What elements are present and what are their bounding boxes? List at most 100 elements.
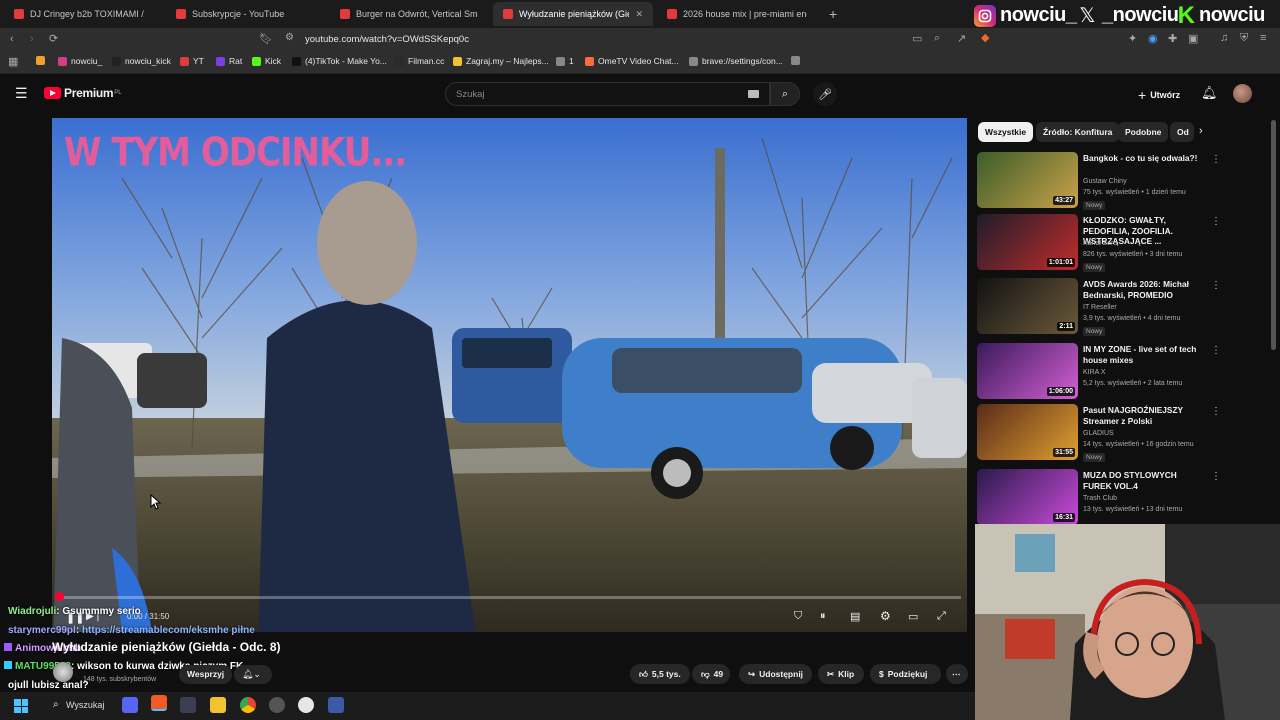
close-tab-icon[interactable]: ✕ (635, 9, 643, 20)
like-button[interactable]: 👍︎ 5,5 tys. (630, 664, 690, 684)
windows-start-icon[interactable] (14, 699, 28, 713)
video-thumbnail[interactable]: 1:01:01 (977, 214, 1078, 270)
more-options-icon[interactable]: ⋮ (1211, 154, 1221, 165)
search-input[interactable]: Szukaj (445, 82, 770, 106)
video-thumbnail[interactable]: 31:55 (977, 404, 1078, 460)
sidebar-icon[interactable]: ▣ (1188, 32, 1198, 45)
clip-button[interactable]: ✂ Klip (818, 664, 864, 684)
filter-chip[interactable]: Wszystkie (978, 122, 1034, 142)
app-icon-2[interactable] (298, 697, 314, 713)
channel-name[interactable]: KIRA X (1083, 369, 1106, 376)
bookmark-item[interactable]: Kick (252, 56, 281, 66)
taskbar-search-icon[interactable]: ⌕ (53, 699, 59, 710)
recommended-video[interactable]: 1:06:00 IN MY ZONE - live set of tech hou… (977, 343, 1221, 403)
bookmark-item[interactable] (36, 56, 49, 65)
discord-icon[interactable] (122, 697, 138, 713)
file-explorer-icon[interactable] (210, 697, 226, 713)
bookmark-item[interactable] (791, 56, 804, 65)
video-title[interactable]: MUZA DO STYLOWYCH FUREK VOL.4 (1083, 470, 1201, 491)
more-options-icon[interactable]: ⋮ (1211, 280, 1221, 291)
create-button[interactable]: + Utwórz (1138, 87, 1180, 103)
wallet-icon[interactable]: ◉ (1148, 32, 1158, 45)
dislike-button[interactable]: 👎︎ 49 (692, 664, 730, 684)
taskbar-search[interactable]: Wyszukaj (66, 700, 104, 710)
filter-chip[interactable]: Od (1170, 122, 1194, 142)
bookmark-item[interactable]: OmeTV Video Chat... (585, 56, 679, 66)
video-title[interactable]: IN MY ZONE - live set of tech house mixe… (1083, 344, 1201, 365)
brave-shield-icon[interactable]: ◆ (981, 31, 989, 44)
channel-name[interactable]: Trash Club (1083, 495, 1117, 502)
obs-icon[interactable] (269, 697, 285, 713)
channel-name[interactable]: Gustaw Chiny (1083, 178, 1127, 185)
bookmark-item[interactable]: (4)TikTok - Make Yo... (292, 56, 387, 66)
bookmark-icon[interactable]: 🔖︎ (259, 32, 273, 45)
app-icon-3[interactable] (328, 697, 344, 713)
bookmark-item[interactable]: YT (180, 56, 204, 66)
notifications-bell-icon[interactable]: 🔔︎ (1201, 85, 1218, 101)
fullscreen-icon[interactable]: ⤢ (937, 610, 946, 623)
browser-tab[interactable]: DJ Cringey b2b TOXIMAMI // Sexpre (4, 2, 154, 26)
browser-tab[interactable]: Wyłudzanie pieniążków (Gie ✕ (493, 2, 653, 26)
video-thumbnail[interactable]: 2:11 (977, 278, 1078, 334)
vpn-icon[interactable]: ⛨ (1240, 32, 1248, 45)
settings-gear-icon[interactable]: ⚙︎ (880, 609, 891, 623)
chrome-icon[interactable] (240, 697, 256, 713)
share-button[interactable]: ↪ Udostępnij (739, 664, 812, 684)
browser-tab[interactable]: Burger na Odwrót, Vertical Smash Bu (330, 2, 488, 26)
more-options-icon[interactable]: ⋮ (1211, 216, 1221, 227)
new-tab-button[interactable]: + (829, 6, 837, 22)
subscribe-bell-button[interactable]: 🔔︎⌄ (234, 665, 272, 684)
bookmark-item[interactable]: 1 (556, 56, 574, 66)
filter-chip[interactable]: Podobne (1118, 122, 1169, 142)
music-icon[interactable]: ♫ (1220, 32, 1228, 44)
miniplayer-icon[interactable]: ▭ (908, 610, 918, 623)
puzzle-icon[interactable]: ✚ (1168, 32, 1177, 45)
browser-tab[interactable]: 2026 house mix | pre-miami energy (657, 2, 817, 26)
thanks-button[interactable]: $ Podziękuj (870, 664, 941, 684)
avatar[interactable] (1233, 84, 1252, 103)
recommended-video[interactable]: 1:01:01 KŁODZKO: GWAŁTY, PEDOFILIA, ZOOFI… (977, 214, 1221, 274)
video-title[interactable]: Bangkok - co tu się odwala?! (1083, 153, 1201, 164)
brave-browser-icon[interactable] (151, 695, 167, 711)
hamburger-menu-icon[interactable]: ☰ (15, 85, 28, 102)
zoom-icon[interactable]: ⌕ (934, 32, 940, 45)
bookmark-item[interactable]: Filman.cc (395, 56, 444, 66)
recommended-video[interactable]: 16:31 MUZA DO STYLOWYCH FUREK VOL.4 Trash … (977, 469, 1221, 529)
bookmark-item[interactable]: nowciu_ (58, 56, 102, 66)
bookmark-item[interactable]: nowciu_kick (112, 56, 171, 66)
bookmark-item[interactable]: Zagraj.my – Najleps... (453, 56, 549, 66)
recommended-video[interactable]: 31:55 Pasut NAJGROŹNIEJSZY Streamer z Pol… (977, 404, 1221, 464)
filter-chip[interactable]: Źródło: Konfitura (1036, 122, 1120, 142)
site-info-icon[interactable]: ⚙︎ (285, 32, 294, 43)
browser-tab[interactable]: Subskrypcje - YouTube (166, 2, 326, 26)
recommended-video[interactable]: 43:27 Bangkok - co tu się odwala?! Gustaw … (977, 152, 1221, 212)
keyboard-icon[interactable] (748, 90, 759, 98)
bookmark-item[interactable]: brave://settings/con... (689, 56, 783, 66)
video-thumbnail[interactable]: 43:27 (977, 152, 1078, 208)
channel-name[interactable]: GLADIUS (1083, 430, 1114, 437)
cast-icon[interactable]: ▭ (912, 32, 922, 45)
reload-icon[interactable]: ⟳ (49, 32, 58, 45)
menu-icon[interactable]: ≡ (1260, 32, 1266, 44)
voice-search-button[interactable]: 🎤︎ (813, 82, 837, 106)
channel-name[interactable]: Kanał Zero (1083, 240, 1117, 247)
video-title[interactable]: Pasut NAJGROŹNIEJSZY Streamer z Polski (1083, 405, 1201, 426)
forward-icon[interactable]: › (30, 33, 34, 45)
video-player[interactable]: W TYM ODCINKU... ❚❚ ▶❘ 0:00 / 31:50 ⛉ ⏸︎… (52, 118, 967, 632)
progress-scrubber[interactable] (55, 592, 64, 601)
channel-avatar[interactable] (53, 662, 73, 682)
scrollbar[interactable] (1271, 120, 1276, 350)
youtube-logo[interactable]: Premium PL (44, 86, 122, 100)
autoplay-shield-icon[interactable]: ⛉ (794, 610, 802, 623)
more-options-icon[interactable]: ⋮ (1211, 406, 1221, 417)
progress-bar[interactable] (58, 596, 961, 599)
subtitles-icon[interactable]: ▤ (850, 610, 860, 623)
more-options-icon[interactable]: ⋮ (1211, 471, 1221, 482)
apps-grid-icon[interactable]: ▦ (8, 55, 18, 68)
video-thumbnail[interactable]: 16:31 (977, 469, 1078, 525)
share-icon[interactable]: ↗ (957, 32, 966, 45)
app-icon-1[interactable] (180, 697, 196, 713)
chips-next-icon[interactable]: › (1199, 125, 1203, 137)
bookmark-item[interactable]: Rat (216, 56, 242, 66)
back-icon[interactable]: ‹ (10, 33, 14, 45)
